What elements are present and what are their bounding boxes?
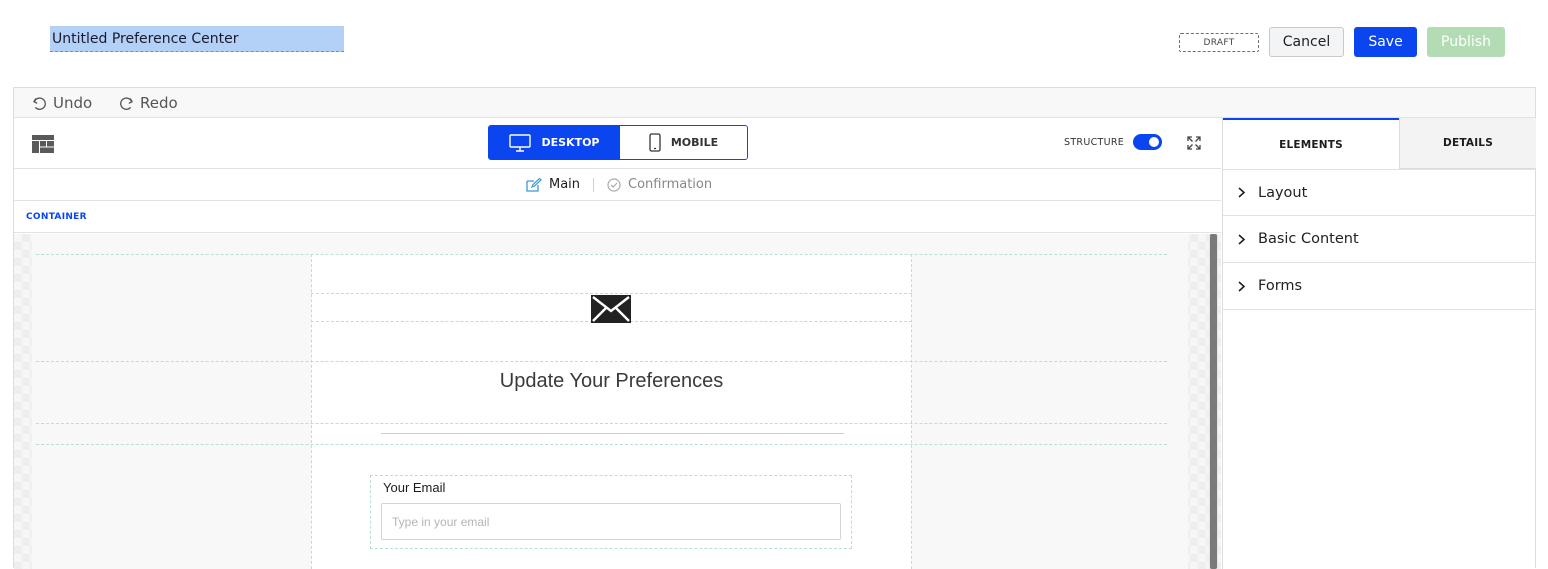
breadcrumb: CONTAINER bbox=[14, 201, 1221, 233]
fullscreen-icon[interactable] bbox=[1186, 135, 1202, 151]
section-layout-label: Layout bbox=[1258, 184, 1308, 201]
history-bar: Undo Redo bbox=[14, 88, 1535, 118]
tab-confirmation[interactable]: Confirmation bbox=[607, 177, 712, 192]
publish-button[interactable]: Publish bbox=[1427, 27, 1505, 57]
layout-grid-icon[interactable] bbox=[32, 135, 54, 153]
redo-label: Redo bbox=[140, 94, 178, 112]
tab-divider bbox=[593, 178, 594, 192]
check-circle-icon bbox=[607, 177, 621, 192]
undo-button[interactable]: Undo bbox=[32, 94, 92, 112]
desktop-view-button[interactable]: DESKTOP bbox=[489, 126, 620, 159]
envelope-icon bbox=[591, 295, 631, 323]
toggle-knob bbox=[1149, 137, 1159, 147]
chevron-right-icon bbox=[1238, 187, 1246, 198]
edit-icon bbox=[526, 177, 542, 192]
row-guide bbox=[36, 361, 1167, 362]
tab-main-label: Main bbox=[549, 177, 581, 192]
desktop-icon bbox=[509, 133, 532, 152]
row-guide bbox=[36, 254, 1167, 255]
divider bbox=[381, 433, 844, 434]
mobile-view-button[interactable]: MOBILE bbox=[620, 126, 747, 159]
redo-button[interactable]: Redo bbox=[119, 94, 178, 112]
mobile-label: MOBILE bbox=[670, 136, 719, 149]
row-guide bbox=[36, 423, 1167, 424]
document-title-input[interactable] bbox=[50, 26, 344, 52]
top-header: DRAFT Cancel Save Publish bbox=[0, 0, 1548, 86]
elements-accordion: Layout Basic Content Forms bbox=[1223, 169, 1536, 310]
email-form-block[interactable]: Your Email bbox=[370, 475, 852, 549]
save-button[interactable]: Save bbox=[1354, 27, 1417, 57]
structure-label: STRUCTURE bbox=[1064, 137, 1125, 148]
editor-frame: Undo Redo DESKTOP MOBILE STRUCTURE Main … bbox=[13, 87, 1536, 569]
page-heading[interactable]: Update Your Preferences bbox=[311, 370, 912, 393]
section-basic-content[interactable]: Basic Content bbox=[1223, 216, 1536, 263]
email-field-label: Your Email bbox=[383, 480, 446, 495]
desktop-label: DESKTOP bbox=[541, 136, 600, 149]
side-panel-tabs: ELEMENTS DETAILS bbox=[1223, 118, 1536, 169]
breadcrumb-container[interactable]: CONTAINER bbox=[26, 212, 87, 222]
chevron-right-icon bbox=[1238, 280, 1246, 292]
section-forms-label: Forms bbox=[1258, 278, 1303, 294]
section-basic-content-label: Basic Content bbox=[1258, 231, 1359, 247]
undo-icon bbox=[33, 96, 46, 110]
redo-icon bbox=[120, 96, 133, 110]
structure-toggle[interactable] bbox=[1133, 134, 1162, 150]
device-toggle: DESKTOP MOBILE bbox=[488, 125, 748, 160]
tab-main[interactable]: Main bbox=[526, 177, 580, 192]
design-canvas[interactable]: Update Your Preferences Your Email bbox=[14, 234, 1221, 569]
section-layout[interactable]: Layout bbox=[1223, 169, 1536, 216]
cancel-button[interactable]: Cancel bbox=[1269, 27, 1344, 57]
canvas-toolbar: DESKTOP MOBILE STRUCTURE bbox=[14, 118, 1221, 169]
section-forms[interactable]: Forms bbox=[1223, 263, 1536, 310]
chevron-right-icon bbox=[1238, 233, 1246, 245]
email-field[interactable] bbox=[381, 503, 841, 540]
tab-confirmation-label: Confirmation bbox=[628, 177, 713, 192]
canvas-scrollbar[interactable] bbox=[1209, 234, 1218, 569]
tab-elements[interactable]: ELEMENTS bbox=[1223, 118, 1399, 169]
mobile-icon bbox=[649, 133, 661, 152]
tab-details[interactable]: DETAILS bbox=[1399, 118, 1536, 169]
status-badge: DRAFT bbox=[1179, 33, 1259, 52]
page-tabs: Main Confirmation bbox=[14, 169, 1221, 201]
undo-label: Undo bbox=[53, 94, 93, 112]
side-panel: ELEMENTS DETAILS Layout Basic Content Fo… bbox=[1222, 118, 1536, 569]
row-guide bbox=[36, 444, 1167, 445]
scrollbar-thumb[interactable] bbox=[1210, 234, 1217, 569]
